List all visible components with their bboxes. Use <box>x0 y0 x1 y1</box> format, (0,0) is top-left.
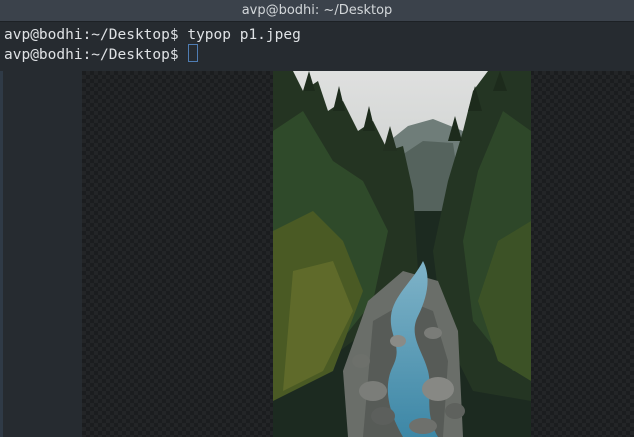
forest-river-photo <box>273 71 531 437</box>
text-cursor <box>188 44 199 62</box>
prompt: avp@bodhi:~/Desktop$ <box>4 27 179 43</box>
command-text: typop p1.jpeg <box>187 27 301 43</box>
image-preview-panel <box>82 71 634 437</box>
window-titlebar[interactable]: avp@bodhi: ~/Desktop <box>0 0 634 22</box>
window-title: avp@bodhi: ~/Desktop <box>241 3 393 18</box>
terminal-line: avp@bodhi:~/Desktop$ <box>4 44 199 65</box>
left-edge-divider <box>0 71 3 437</box>
prompt: avp@bodhi:~/Desktop$ <box>4 47 179 63</box>
terminal-line: avp@bodhi:~/Desktop$ typop p1.jpeg <box>4 25 301 45</box>
